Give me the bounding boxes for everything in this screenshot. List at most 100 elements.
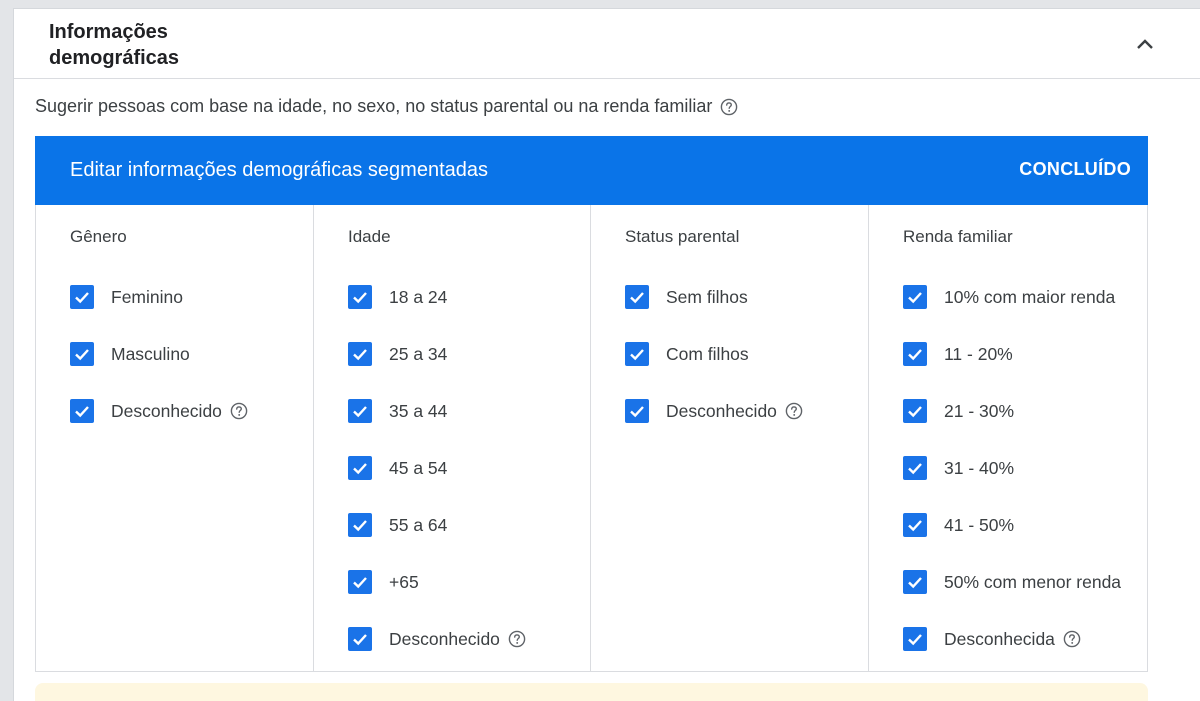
help-circle-icon[interactable] <box>1063 630 1081 648</box>
help-circle-icon[interactable] <box>720 98 738 116</box>
option-label: 55 a 64 <box>389 514 448 535</box>
option-label: 45 a 54 <box>389 457 448 478</box>
age-option-25-34[interactable]: 25 a 34 <box>348 342 447 366</box>
option-label: 11 - 20% <box>944 343 1013 364</box>
check-icon <box>75 406 89 418</box>
age-option-35-44[interactable]: 35 a 44 <box>348 399 447 423</box>
gender-option-desconhecido[interactable]: Desconhecido <box>70 399 248 423</box>
check-icon <box>75 292 89 304</box>
gender-option-feminino[interactable]: Feminino <box>70 285 183 309</box>
help-circle-icon[interactable] <box>785 402 803 420</box>
income-option-desconhecida[interactable]: Desconhecida <box>903 627 1081 651</box>
section-title: Informações demográficas <box>49 21 180 69</box>
option-label: 18 a 24 <box>389 286 448 307</box>
checkbox-checked[interactable] <box>625 399 649 423</box>
income-option-top-10[interactable]: 10% com maior renda <box>903 285 1115 309</box>
card-header[interactable]: Informações demográficas <box>14 9 1200 79</box>
option-label: 41 - 50% <box>944 514 1015 535</box>
gender-option-masculino[interactable]: Masculino <box>70 342 190 366</box>
check-icon <box>353 406 367 418</box>
check-icon <box>75 349 89 361</box>
option-label: Masculino <box>111 343 190 364</box>
option-label: 50% com menor renda <box>944 571 1122 592</box>
income-option-11-20[interactable]: 11 - 20% <box>903 342 1013 366</box>
chevron-up-icon <box>1137 39 1153 49</box>
checkbox-checked[interactable] <box>70 342 94 366</box>
age-option-45-54[interactable]: 45 a 54 <box>348 456 447 480</box>
checkbox-checked[interactable] <box>70 399 94 423</box>
checkbox-checked[interactable] <box>903 627 927 651</box>
checkbox-checked[interactable] <box>348 342 372 366</box>
check-icon <box>908 520 922 532</box>
income-option-lower-50[interactable]: 50% com menor renda <box>903 570 1121 594</box>
checkbox-checked[interactable] <box>903 456 927 480</box>
check-icon <box>908 577 922 589</box>
checkbox-checked[interactable] <box>70 285 94 309</box>
income-option-31-40[interactable]: 31 - 40% <box>903 456 1014 480</box>
age-option-desconhecido[interactable]: Desconhecido <box>348 627 526 651</box>
parental-status-column: Status parental Sem filhos Com filhos De… <box>591 205 869 671</box>
checkbox-checked[interactable] <box>348 456 372 480</box>
check-icon <box>353 349 367 361</box>
check-icon <box>908 292 922 304</box>
checkbox-checked[interactable] <box>625 285 649 309</box>
option-label: 10% com maior renda <box>944 286 1116 307</box>
checkbox-checked[interactable] <box>625 342 649 366</box>
option-label: Feminino <box>111 286 183 307</box>
check-icon <box>908 463 922 475</box>
checkbox-checked[interactable] <box>903 570 927 594</box>
option-label: Desconhecido <box>111 400 222 421</box>
age-option-65-plus[interactable]: +65 <box>348 570 419 594</box>
checkbox-checked[interactable] <box>348 399 372 423</box>
checkbox-checked[interactable] <box>348 627 372 651</box>
age-option-55-64[interactable]: 55 a 64 <box>348 513 447 537</box>
option-label: Desconhecida <box>944 628 1055 649</box>
notice-banner <box>35 683 1148 701</box>
check-icon <box>908 349 922 361</box>
parental-option-sem-filhos[interactable]: Sem filhos <box>625 285 748 309</box>
check-icon <box>630 292 644 304</box>
check-icon <box>353 463 367 475</box>
checkbox-checked[interactable] <box>903 342 927 366</box>
age-column-title: Idade <box>348 227 391 246</box>
check-icon <box>353 577 367 589</box>
checkbox-checked[interactable] <box>348 513 372 537</box>
age-option-18-24[interactable]: 18 a 24 <box>348 285 447 309</box>
household-income-column: Renda familiar 10% com maior renda 11 - … <box>869 205 1147 671</box>
help-circle-icon[interactable] <box>508 630 526 648</box>
section-description: Sugerir pessoas com base na idade, no se… <box>35 96 738 117</box>
income-option-41-50[interactable]: 41 - 50% <box>903 513 1014 537</box>
option-label: Desconhecido <box>666 400 777 421</box>
option-label: 35 a 44 <box>389 400 448 421</box>
checkbox-checked[interactable] <box>903 399 927 423</box>
edit-panel-title: Editar informações demográficas segmenta… <box>70 159 488 181</box>
check-icon <box>630 406 644 418</box>
checkbox-checked[interactable] <box>348 570 372 594</box>
edit-panel-header: Editar informações demográficas segmenta… <box>35 136 1148 205</box>
demographic-columns: Gênero Feminino Masculino Desconhecido I… <box>36 205 1147 671</box>
parental-option-desconhecido[interactable]: Desconhecido <box>625 399 803 423</box>
income-option-21-30[interactable]: 21 - 30% <box>903 399 1014 423</box>
edit-panel: Editar informações demográficas segmenta… <box>35 136 1148 672</box>
checkbox-checked[interactable] <box>348 285 372 309</box>
checkbox-checked[interactable] <box>903 513 927 537</box>
check-icon <box>353 520 367 532</box>
option-label: Sem filhos <box>666 286 748 307</box>
description-text: Sugerir pessoas com base na idade, no se… <box>35 96 713 116</box>
done-button[interactable]: CONCLUÍDO <box>1019 159 1131 180</box>
gender-column-title: Gênero <box>70 227 127 246</box>
option-label: Com filhos <box>666 343 749 364</box>
check-icon <box>353 292 367 304</box>
help-circle-icon[interactable] <box>230 402 248 420</box>
check-icon <box>630 349 644 361</box>
check-icon <box>908 634 922 646</box>
collapse-button[interactable] <box>1130 29 1160 59</box>
parental-option-com-filhos[interactable]: Com filhos <box>625 342 749 366</box>
option-label: 31 - 40% <box>944 457 1015 478</box>
check-icon <box>908 406 922 418</box>
check-icon <box>353 634 367 646</box>
checkbox-checked[interactable] <box>903 285 927 309</box>
option-label: 21 - 30% <box>944 400 1015 421</box>
option-label: +65 <box>389 571 419 592</box>
income-column-title: Renda familiar <box>903 227 1013 246</box>
